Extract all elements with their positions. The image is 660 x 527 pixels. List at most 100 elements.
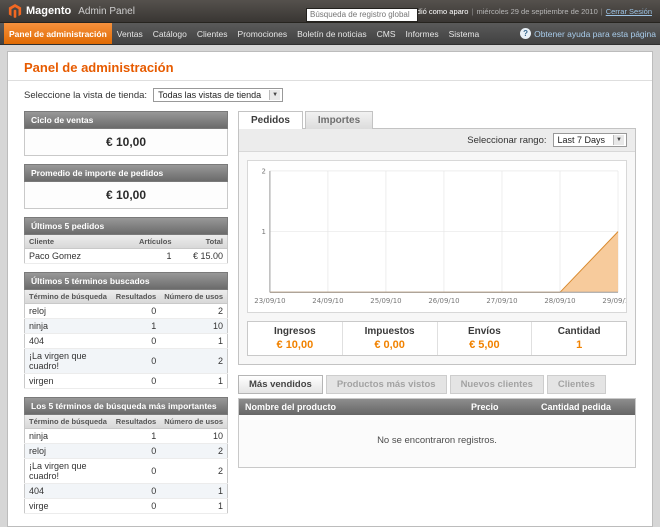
table-row: 404 0 1	[25, 334, 228, 349]
cell-results: 0	[112, 444, 160, 459]
table-row: ninja 1 10	[25, 429, 228, 444]
cell-customer: Paco Gomez	[25, 249, 134, 264]
svg-text:1: 1	[261, 228, 265, 236]
magento-logo-icon	[8, 4, 22, 18]
column-header: Término de búsqueda	[25, 415, 112, 429]
range-label: Seleccionar rango:	[467, 135, 546, 146]
svg-text:2: 2	[261, 167, 265, 175]
logout-link[interactable]: Cerrar Sesión	[606, 7, 652, 16]
total-value: 1	[534, 339, 624, 351]
range-value: Last 7 Days	[558, 135, 606, 145]
last-search-terms-card: Últimos 5 términos buscados Término de b…	[24, 272, 228, 389]
total-cantidad: Cantidad 1	[531, 322, 626, 355]
nav-item-clientes[interactable]: Clientes	[192, 23, 233, 44]
cell-results: 0	[112, 374, 160, 389]
table-row: Paco Gomez 1 € 15.00	[25, 249, 228, 264]
chevron-down-icon: ▼	[613, 135, 624, 145]
card-title: Promedio de importe de pedidos	[24, 164, 228, 182]
card-title: Los 5 términos de búsqueda más important…	[24, 397, 228, 415]
tab-clientes[interactable]: Clientes	[547, 375, 606, 394]
cell-results: 0	[112, 304, 160, 319]
tab-pedidos[interactable]: Pedidos	[238, 111, 303, 129]
top-search-terms-card: Los 5 términos de búsqueda más important…	[24, 397, 228, 514]
cell-results: 0	[112, 334, 160, 349]
table-row: reloj 0 2	[25, 444, 228, 459]
total-ingresos: Ingresos € 10,00	[248, 322, 342, 355]
svg-text:23/09/10: 23/09/10	[254, 297, 285, 305]
last-search-terms-table: Término de búsqueda Resultados Número de…	[24, 290, 228, 389]
tab-importes[interactable]: Importes	[305, 111, 373, 129]
cell-total: € 15.00	[176, 249, 228, 264]
table-row: virgen 0 1	[25, 374, 228, 389]
total-value: € 10,00	[250, 339, 340, 351]
cell-uses: 1	[160, 334, 227, 349]
orders-panel: Seleccionar rango: Last 7 Days ▼ 23/09/1…	[238, 128, 636, 365]
dashboard-main: Pedidos Importes Seleccionar rango: Last…	[238, 111, 636, 468]
cell-uses: 1	[160, 374, 227, 389]
column-header: Cantidad pedida	[541, 402, 629, 412]
lifetime-sales-value: € 10,00	[24, 129, 228, 156]
cell-uses: 10	[160, 319, 227, 334]
logo-text: Magento	[26, 5, 71, 17]
tab-nuevos-clientes[interactable]: Nuevos clientes	[450, 375, 544, 394]
store-view-value: Todas las vistas de tienda	[158, 90, 261, 100]
column-header: Número de usos	[160, 415, 227, 429]
help-icon: ?	[520, 28, 531, 39]
tab-mas-vendidos[interactable]: Más vendidos	[238, 375, 323, 394]
dashboard-columns: Ciclo de ventas € 10,00 Promedio de impo…	[8, 105, 652, 526]
card-title: Ciclo de ventas	[24, 111, 228, 129]
chart-tabs: Pedidos Importes	[238, 111, 636, 129]
top-search-terms-table: Término de búsqueda Resultados Número de…	[24, 415, 228, 514]
nav-item-informes[interactable]: Informes	[401, 23, 444, 44]
tab-productos-mas-vistos[interactable]: Productos más vistos	[326, 375, 447, 394]
column-header: Número de usos	[160, 290, 227, 304]
cell-uses: 2	[160, 304, 227, 319]
product-grid-tabs: Más vendidos Productos más vistos Nuevos…	[238, 375, 636, 394]
total-value: € 0,00	[345, 339, 435, 351]
nav-item-catalogo[interactable]: Catálogo	[148, 23, 192, 44]
magento-admin-screen: Magento Admin Panel Accedió como aparo |…	[0, 0, 660, 527]
nav-item-sistema[interactable]: Sistema	[444, 23, 485, 44]
svg-text:25/09/10: 25/09/10	[370, 297, 401, 305]
page-help-link[interactable]: ? Obtener ayuda para esta página	[520, 23, 656, 44]
global-search-input[interactable]	[306, 8, 418, 22]
nav-item-ventas[interactable]: Ventas	[112, 23, 148, 44]
cell-results: 0	[112, 499, 160, 514]
column-header: Resultados	[112, 290, 160, 304]
column-header: Resultados	[112, 415, 160, 429]
cell-term: reloj	[25, 304, 112, 319]
nav-item-dashboard[interactable]: Panel de administración	[4, 23, 112, 44]
total-label: Cantidad	[534, 326, 624, 337]
products-grid: Nombre del producto Precio Cantidad pedi…	[238, 398, 636, 468]
column-header: Precio	[471, 402, 541, 412]
nav-item-cms[interactable]: CMS	[372, 23, 401, 44]
cell-term: ninja	[25, 429, 112, 444]
chart-toolbar: Seleccionar rango: Last 7 Days ▼	[239, 129, 635, 152]
total-label: Ingresos	[250, 326, 340, 337]
nav-item-promociones[interactable]: Promociones	[233, 23, 293, 44]
global-search	[306, 4, 418, 22]
cell-term: 404	[25, 334, 112, 349]
table-row: ¡La virgen que cuadro! 0 2	[25, 349, 228, 374]
cell-items: 1	[134, 249, 176, 264]
products-grid-header: Nombre del producto Precio Cantidad pedi…	[239, 399, 635, 415]
total-value: € 5,00	[440, 339, 530, 351]
cell-uses: 2	[160, 349, 227, 374]
store-view-select[interactable]: Todas las vistas de tienda ▼	[153, 88, 283, 102]
header: Magento Admin Panel Accedió como aparo |…	[0, 0, 660, 23]
lifetime-sales-card: Ciclo de ventas € 10,00	[24, 111, 228, 156]
column-header: Término de búsqueda	[25, 290, 112, 304]
separator: |	[471, 7, 473, 16]
svg-text:29/09/10: 29/09/10	[602, 297, 626, 305]
cell-results: 1	[112, 429, 160, 444]
content-frame: Panel de administración Seleccione la vi…	[7, 51, 653, 527]
cell-results: 0	[112, 349, 160, 374]
table-row: virge 0 1	[25, 499, 228, 514]
header-meta: Accedió como aparo | miércoles 29 de sep…	[400, 7, 652, 16]
nav-item-boletin[interactable]: Boletín de noticias	[292, 23, 371, 44]
cell-results: 0	[112, 484, 160, 499]
svg-text:28/09/10: 28/09/10	[544, 297, 575, 305]
cell-uses: 10	[160, 429, 227, 444]
last-orders-card: Últimos 5 pedidos Cliente Artículos Tota…	[24, 217, 228, 264]
range-select[interactable]: Last 7 Days ▼	[553, 133, 627, 147]
